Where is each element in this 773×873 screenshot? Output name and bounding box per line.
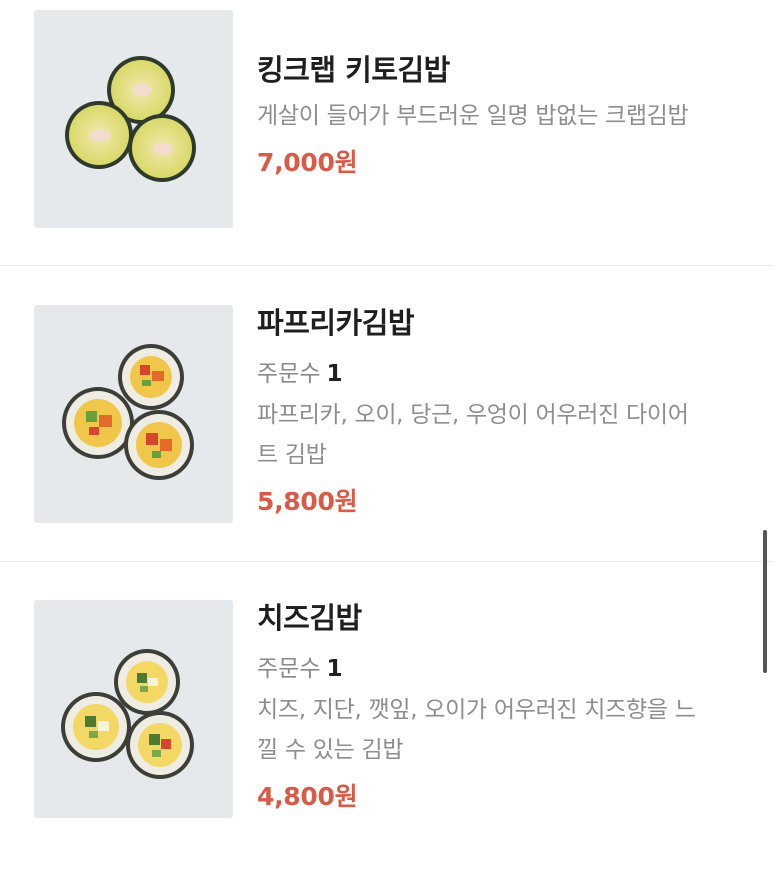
divider	[0, 265, 773, 266]
menu-item-price: 4,800원	[257, 782, 358, 811]
kimbap-image	[34, 10, 233, 228]
menu-item-name: 킹크랩 키토김밥	[257, 53, 450, 87]
order-count-label: 주문수	[257, 656, 321, 682]
menu-list: 킹크랩 키토김밥 게살이 들어가 부드러운 일명 밥없는 크랩김밥 7,000원	[0, 0, 773, 873]
order-count-value: 1	[326, 656, 343, 682]
kimbap-image	[34, 600, 233, 818]
menu-item-name: 파프리카김밥	[257, 306, 415, 340]
menu-item-info: 킹크랩 키토김밥 게살이 들어가 부드러운 일명 밥없는 크랩김밥 7,000원	[257, 50, 757, 180]
menu-item-cheese-kimbap[interactable]: 치즈김밥 주문수 1 치즈, 지단, 깻잎, 오이가 어우러진 치즈향을 느 낄 …	[0, 562, 773, 873]
order-count-value: 1	[326, 361, 343, 387]
menu-item-name: 치즈김밥	[257, 601, 362, 635]
menu-item-description-line: 파프리카, 오이, 당근, 우엉이 어우러진 다이어	[257, 402, 689, 428]
menu-item-description: 게살이 들어가 부드러운 일명 밥없는 크랩김밥	[257, 103, 689, 129]
scrollbar[interactable]	[763, 530, 767, 673]
menu-item-description-line: 치즈, 지단, 깻잎, 오이가 어우러진 치즈향을 느	[257, 697, 696, 723]
order-count-label: 주문수	[257, 361, 321, 387]
menu-item-info: 치즈김밥 주문수 1 치즈, 지단, 깻잎, 오이가 어우러진 치즈향을 느 낄 …	[257, 598, 757, 814]
menu-item-description: 파프리카, 오이, 당근, 우엉이 어우러진 다이어 트 김밥	[257, 395, 757, 475]
order-count: 주문수 1	[257, 652, 757, 686]
menu-item-description-line: 트 김밥	[257, 442, 327, 468]
menu-item-king-crab-keto-kimbap[interactable]: 킹크랩 키토김밥 게살이 들어가 부드러운 일명 밥없는 크랩김밥 7,000원	[0, 0, 773, 266]
kimbap-image	[34, 305, 233, 523]
menu-item-price: 7,000원	[257, 148, 358, 177]
menu-item-info: 파프리카김밥 주문수 1 파프리카, 오이, 당근, 우엉이 어우러진 다이어 트…	[257, 303, 757, 519]
menu-item-description-line: 낄 수 있는 김밥	[257, 737, 404, 763]
menu-item-price: 5,800원	[257, 487, 358, 516]
order-count: 주문수 1	[257, 357, 757, 391]
menu-item-description: 치즈, 지단, 깻잎, 오이가 어우러진 치즈향을 느 낄 수 있는 김밥	[257, 690, 757, 770]
menu-item-paprika-kimbap[interactable]: 파프리카김밥 주문수 1 파프리카, 오이, 당근, 우엉이 어우러진 다이어 트…	[0, 267, 773, 561]
